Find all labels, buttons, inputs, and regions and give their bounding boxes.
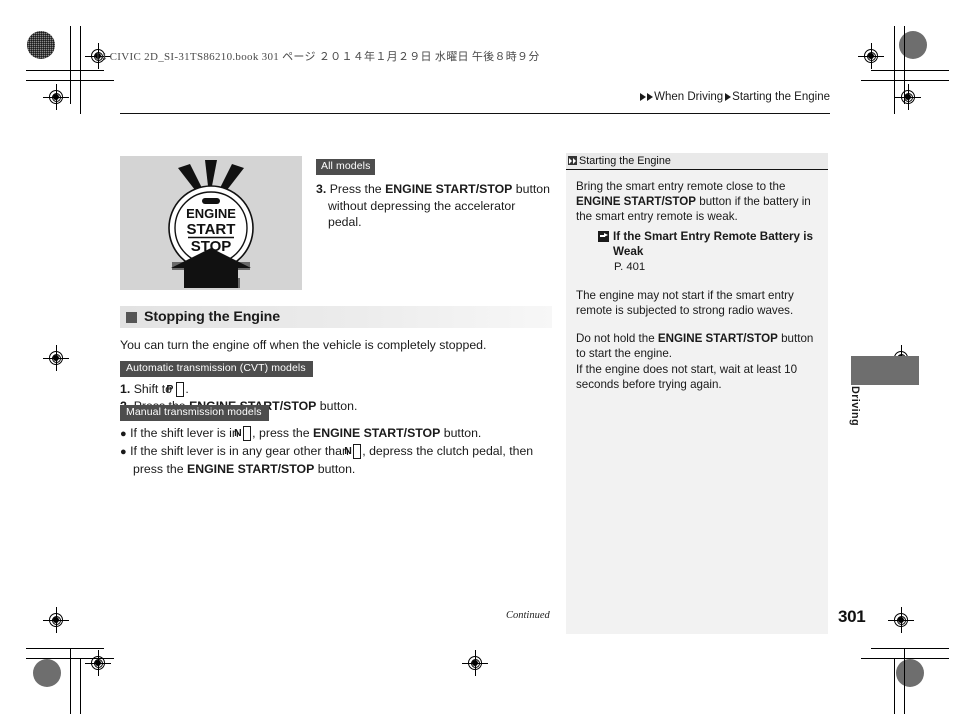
registration-mark-bottom-left (43, 607, 69, 633)
manual-item-1-pre: If the shift lever is in (130, 426, 243, 440)
step-3-bold: ENGINE START/STOP (385, 182, 513, 196)
manual-page: 14 CIVIC 2D_SI-31TS86210.book 301 ページ ２０… (0, 0, 954, 718)
print-density-circle-top-left (27, 31, 55, 59)
header-divider (120, 113, 830, 115)
manual-item-1-post: button. (440, 426, 482, 440)
side-note-body: Bring the smart entry remote close to th… (566, 170, 828, 634)
chevron-right-icon (640, 93, 647, 101)
page-number: 301 (838, 607, 866, 626)
bullet-icon-2: ● (120, 446, 127, 458)
step-3-text: 3. Press the ENGINE START/STOP button wi… (316, 181, 552, 231)
manual-transmission-badge: Manual transmission models (120, 405, 269, 421)
svg-text:ENGINE: ENGINE (186, 206, 236, 221)
all-models-badge: All models (316, 159, 376, 175)
side-note-paragraph-3: Do not hold the ENGINE START/STOP button… (576, 331, 819, 361)
reference-title: If the Smart Entry Remote Battery is Wea… (613, 229, 814, 258)
print-density-circle-bottom-left (33, 659, 61, 687)
gear-box-n-2: N (344, 444, 362, 459)
reference-arrow-icon (598, 230, 609, 242)
list-item: ● If the shift lever is in any gear othe… (120, 443, 552, 478)
thumb-tab-block (851, 356, 919, 385)
section-bullet-icon (126, 311, 137, 323)
registration-mark-middle-left (43, 345, 69, 371)
registration-mark-bottom-center (462, 650, 488, 676)
svg-text:START: START (187, 221, 236, 238)
side-p1-a: Bring the smart entry remote close to th… (576, 180, 786, 193)
manual-steps-list: ● If the shift lever is in N, press the … (120, 425, 552, 478)
side-note-header: Starting the Engine (566, 153, 828, 170)
side-p3-bold: ENGINE START/STOP (657, 332, 778, 346)
side-note-paragraph-1: Bring the smart entry remote close to th… (576, 179, 819, 225)
continued-label: Continued (506, 610, 550, 621)
manual-item-1-mid: , press the (252, 426, 314, 440)
breadcrumb: When Driving Starting the Engine (640, 91, 830, 103)
registration-mark-bottom-right (888, 607, 914, 633)
auto-step-1-number: 1. (120, 382, 131, 396)
auto-step-1-post: . (185, 382, 189, 396)
thumb-tab-label: Driving (849, 386, 861, 426)
side-note-panel: Starting the Engine Bring the smart entr… (566, 153, 828, 634)
gear-box-n-1: N (234, 426, 252, 441)
cross-reference-link[interactable]: If the Smart Entry Remote Battery is Wea… (598, 229, 819, 259)
gear-box-p: P (166, 382, 185, 397)
manual-item-1-bold: ENGINE START/STOP (313, 426, 441, 440)
step-3-block: All models 3. Press the ENGINE START/STO… (316, 156, 552, 231)
step-3-text-before: Press the (329, 182, 386, 196)
side-p3-a: Do not hold the (576, 332, 658, 346)
reference-page: P. 401 (614, 260, 646, 273)
manual-item-2-bold: ENGINE START/STOP (187, 462, 315, 476)
list-item: ● If the shift lever is in N, press the … (120, 425, 552, 443)
side-note-paragraph-2: The engine may not start if the smart en… (576, 288, 794, 318)
file-stamp: 14 CIVIC 2D_SI-31TS86210.book 301 ページ ２０… (95, 51, 540, 63)
manual-item-2-pre: If the shift lever is in any gear other … (130, 444, 353, 458)
print-density-circle-bottom-right (896, 659, 924, 687)
list-item: 1. Shift to P. (120, 381, 552, 398)
chevron-right-icon-3 (725, 93, 732, 101)
registration-mark-upper-right (895, 84, 921, 110)
engine-start-stop-figure: ENGINE START STOP (120, 156, 302, 290)
registration-mark-upper-left (43, 84, 69, 110)
side-note-paragraph-4: If the engine does not start, wait at le… (576, 362, 798, 391)
section-heading: Stopping the Engine (120, 306, 552, 328)
side-note-title: Starting the Engine (579, 154, 671, 167)
section-heading-text: Stopping the Engine (144, 309, 281, 325)
breadcrumb-level2: Starting the Engine (732, 91, 830, 103)
chevron-right-icon-2 (647, 93, 654, 101)
automatic-transmission-badge: Automatic transmission (CVT) models (120, 361, 313, 377)
bullet-icon: ● (120, 428, 127, 440)
side-p1-bold: ENGINE START/STOP (576, 195, 697, 209)
engine-start-stop-button-icon: ENGINE START STOP (168, 160, 254, 288)
manual-item-2-post: button. (314, 462, 356, 476)
registration-mark-top-right (858, 43, 884, 69)
double-chevron-icon (568, 156, 577, 165)
section-lead-text: You can turn the engine off when the veh… (120, 338, 487, 352)
manual-transmission-group: Manual transmission models ● If the shif… (120, 402, 552, 478)
step-3-number: 3. (316, 182, 327, 196)
breadcrumb-level1: When Driving (654, 91, 724, 103)
registration-mark-lower-left (85, 650, 111, 676)
